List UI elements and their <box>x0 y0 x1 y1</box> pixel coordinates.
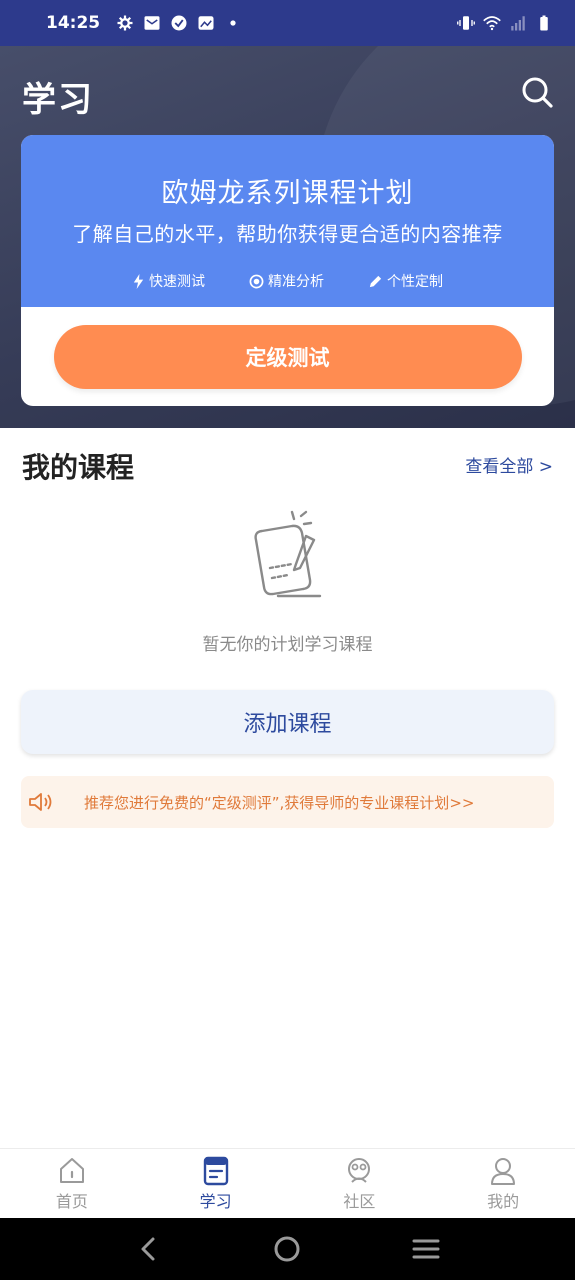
empty-notebook-icon <box>254 510 322 598</box>
placement-card-banner: 欧姆龙系列课程计划 了解自己的水平，帮助你获得更合适的内容推荐 快速测试 精准分… <box>21 135 554 307</box>
speaker-icon <box>29 793 52 811</box>
notification-icons <box>116 14 242 32</box>
placement-test-button[interactable]: 定级测试 <box>53 324 522 389</box>
battery-icon <box>540 15 548 31</box>
feature-label: 精准分析 <box>268 274 324 290</box>
tab-home[interactable]: 首页 <box>0 1149 144 1218</box>
feature-precise-analysis: 精准分析 <box>249 271 324 291</box>
feature-label: 快速测试 <box>149 274 205 290</box>
placement-card-actions: 定级测试 <box>21 307 554 406</box>
home-circle-icon[interactable] <box>270 1232 304 1266</box>
my-courses-title: 我的课程 <box>22 451 135 484</box>
search-icon[interactable] <box>517 72 557 112</box>
mail-icon <box>144 16 160 30</box>
menu-icon[interactable] <box>409 1232 443 1266</box>
back-icon[interactable] <box>132 1232 166 1266</box>
community-icon <box>348 1157 371 1183</box>
target-icon <box>249 274 264 288</box>
view-all-link[interactable]: 查看全部 > <box>465 452 553 477</box>
system-navigation-bar <box>0 1218 575 1280</box>
settings-icon <box>117 15 133 31</box>
system-icons <box>457 14 553 32</box>
profile-icon <box>491 1157 516 1185</box>
page-title: 学习 <box>22 80 94 120</box>
tab-label: 社区 <box>343 1191 376 1211</box>
tab-label: 学习 <box>199 1191 232 1211</box>
feature-personalized: 个性定制 <box>368 271 443 291</box>
wifi-icon <box>483 16 501 31</box>
study-icon <box>203 1156 228 1185</box>
header: 学习 欧姆龙系列课程计划 了解自己的水平，帮助你获得更合适的内容推荐 快速测试 … <box>0 46 575 428</box>
feature-label: 个性定制 <box>387 274 443 290</box>
feature-list: 快速测试 精准分析 个性定制 <box>21 271 554 291</box>
status-time: 14:25 <box>46 13 101 33</box>
tab-profile[interactable]: 我的 <box>431 1149 575 1218</box>
home-icon <box>59 1157 84 1183</box>
placement-card-subtitle: 了解自己的水平，帮助你获得更合适的内容推荐 <box>72 222 503 246</box>
placement-notice-banner[interactable]: 推荐您进行免费的“定级测评”,获得导师的专业课程计划>> <box>21 776 554 828</box>
notice-text: 推荐您进行免费的“定级测评”,获得导师的专业课程计划>> <box>84 793 475 812</box>
status-bar: 14:25 <box>0 0 575 46</box>
vibrate-icon <box>457 16 475 30</box>
signal-icon <box>511 16 525 31</box>
check-circle-icon <box>171 15 187 31</box>
bottom-tab-bar: 首页 学习 社区 我的 <box>0 1148 575 1218</box>
tab-label: 首页 <box>55 1191 88 1211</box>
empty-courses-text: 暂无你的计划学习课程 <box>202 635 373 655</box>
tab-community[interactable]: 社区 <box>288 1149 432 1218</box>
dot-icon <box>230 20 236 26</box>
tab-label: 我的 <box>487 1191 520 1211</box>
add-course-button[interactable]: 添加课程 <box>21 690 554 754</box>
tab-study[interactable]: 学习 <box>144 1149 288 1218</box>
gallery-icon <box>198 16 214 30</box>
placement-card-title: 欧姆龙系列课程计划 <box>161 178 414 209</box>
feature-quick-test: 快速测试 <box>132 271 205 291</box>
pencil-icon <box>369 275 382 287</box>
lightning-icon <box>133 273 144 289</box>
placement-card: 欧姆龙系列课程计划 了解自己的水平，帮助你获得更合适的内容推荐 快速测试 精准分… <box>21 135 554 406</box>
